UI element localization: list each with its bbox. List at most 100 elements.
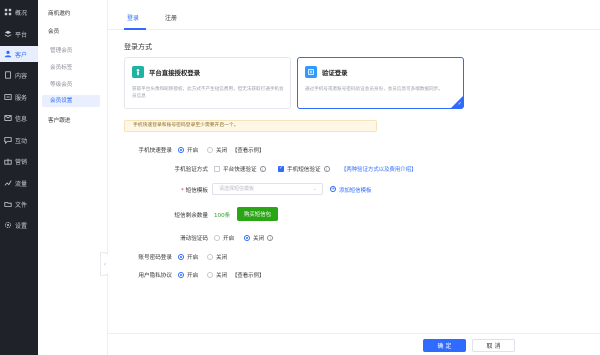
- radio-phone-login-off[interactable]: 关闭: [207, 146, 227, 154]
- chat-icon: [4, 136, 12, 144]
- radio-dot: [178, 254, 184, 260]
- tab-indicator: [124, 28, 146, 30]
- nav-item-marketing[interactable]: 营销: [0, 153, 38, 169]
- flow-icon: [4, 179, 12, 187]
- tab-bar: 登录 注册: [108, 0, 600, 30]
- footer-bar: 确 定 取 消: [108, 333, 600, 355]
- card-title: 平台直接授权登录: [149, 69, 201, 77]
- radio-dot: [178, 147, 184, 153]
- radio-label: 开启: [223, 236, 235, 242]
- info-icon[interactable]: i: [267, 235, 274, 241]
- nav-item-settings[interactable]: 设置: [0, 217, 38, 233]
- radio-captcha-off[interactable]: 关闭 i: [244, 234, 274, 242]
- radio-captcha-on[interactable]: 开启: [214, 234, 234, 242]
- document-icon: [4, 71, 12, 79]
- radio-label: 关闭: [216, 273, 228, 279]
- submenu-item-tags[interactable]: 会员标签: [50, 63, 72, 71]
- radio-label: 关闭: [216, 255, 228, 261]
- person-icon: [132, 66, 144, 78]
- layers-icon: [4, 30, 12, 38]
- select-placeholder: 请选择短信模板: [219, 186, 255, 192]
- radio-account-on[interactable]: 开启: [178, 253, 198, 261]
- nav-item-traffic[interactable]: 流量: [0, 175, 38, 191]
- nav-label: 营销: [15, 158, 28, 166]
- gear-icon: [4, 221, 12, 229]
- nav-item-info[interactable]: 信息: [0, 110, 38, 126]
- nav-label: 客户: [15, 51, 28, 59]
- radio-dot: [207, 272, 213, 278]
- submenu-item-levels[interactable]: 等级会员: [50, 80, 72, 88]
- info-icon[interactable]: i: [323, 166, 330, 172]
- radio-label: 开启: [187, 255, 199, 261]
- check-icon: ✓: [457, 101, 462, 107]
- confirm-button[interactable]: 确 定: [423, 339, 466, 352]
- radio-label: 开启: [187, 273, 199, 279]
- radio-dot: [214, 235, 220, 241]
- nav-item-service[interactable]: 服务: [0, 89, 38, 105]
- radio-label: 关闭: [216, 148, 228, 154]
- submenu-group-followup[interactable]: 客户跟进: [48, 116, 70, 124]
- sms-template-select[interactable]: 请选择短信模板 ⌄: [212, 183, 323, 195]
- label-slider-captcha: 滑动验证码: [180, 236, 208, 242]
- checkbox-label: 手机短信验证: [287, 167, 321, 173]
- label-privacy: 用户隐私协议: [138, 273, 172, 279]
- nav-item-platform[interactable]: 平台: [0, 26, 38, 42]
- card-platform-auth[interactable]: 平台直接授权登录 获取平台头像和昵称授权，此方式不产生短信费用，但无法获取打通手…: [124, 57, 291, 109]
- secondary-menu: 商机邀约 › 会员 ⌄ 管理会员 会员标签 等级会员 会员设置 客户跟进: [38, 0, 136, 355]
- card-verify-login[interactable]: 验证登录 通过手机号或者账号密码验证会员身份，会员信息可多端数据同步。 ✓: [297, 57, 464, 109]
- buy-sms-button[interactable]: 购买短信包: [237, 207, 278, 221]
- radio-dot: [207, 147, 213, 153]
- nav-item-overview[interactable]: 概况: [0, 4, 38, 20]
- add-icon[interactable]: +: [330, 186, 336, 192]
- tab-register[interactable]: 注册: [165, 13, 177, 22]
- nav-label: 互动: [15, 137, 28, 145]
- link-phone-login-example[interactable]: 【查看示例】: [232, 146, 264, 154]
- main-content: 登录 注册 登录方式 平台直接授权登录 获取平台头像和昵称授权，此方式不产生短信…: [108, 0, 600, 355]
- submenu-group-leads[interactable]: 商机邀约: [48, 9, 70, 17]
- label-sms-remaining: 短信剩余数量: [174, 213, 208, 219]
- chevron-left-icon: ‹: [103, 260, 107, 268]
- nav-item-interaction[interactable]: 互动: [0, 132, 38, 148]
- nav-label: 概况: [15, 9, 28, 17]
- sms-count: 100条: [214, 213, 231, 219]
- message-icon: [4, 114, 12, 122]
- cancel-button[interactable]: 取 消: [472, 339, 515, 352]
- radio-phone-login-on[interactable]: 开启: [178, 146, 198, 154]
- radio-account-off[interactable]: 关闭: [207, 253, 227, 261]
- radio-privacy-off[interactable]: 关闭: [207, 271, 227, 279]
- service-icon: [4, 93, 12, 101]
- submenu-item-manage[interactable]: 管理会员: [50, 46, 72, 54]
- gift-icon: [4, 157, 12, 165]
- nav-item-customer[interactable]: 客户: [0, 46, 38, 62]
- checkbox-sms-verify[interactable]: 手机短信验证i: [278, 165, 330, 173]
- label-verify-method: 手机验证方式: [174, 167, 208, 173]
- notice-banner: 手机快速登录和账号密码登录至少需要开启一个。: [124, 120, 377, 132]
- nav-label: 文件: [15, 201, 28, 209]
- label-account-login: 账号密码登录: [138, 255, 172, 261]
- info-icon[interactable]: i: [259, 166, 266, 172]
- nav-label: 信息: [15, 115, 28, 123]
- link-privacy-example[interactable]: 【查看示例】: [232, 271, 264, 279]
- label-text: 短信模板: [185, 188, 208, 194]
- radio-label: 关闭: [253, 236, 265, 242]
- link-verify-intro[interactable]: 【两种验证方式以及费用介绍】: [341, 165, 416, 173]
- submenu-item-settings[interactable]: 会员设置: [42, 95, 100, 107]
- nav-label: 设置: [15, 222, 28, 230]
- checkbox-platform-verify[interactable]: 平台快速验证 i: [214, 165, 266, 173]
- radio-dot: [178, 272, 184, 278]
- main-nav: 概况 平台 客户 内容 服务 信息 互动 营销 流量 文件 设置: [0, 0, 38, 355]
- card-desc: 通过手机号或者账号密码验证会员身份，会员信息可多端数据同步。: [305, 87, 443, 92]
- radio-dot: [244, 235, 250, 241]
- radio-privacy-on[interactable]: 开启: [178, 271, 198, 279]
- chevron-down-icon: ⌄: [312, 186, 317, 192]
- nav-label: 服务: [15, 94, 28, 102]
- label-phone-login: 手机快速登录: [138, 148, 172, 154]
- card-desc: 获取平台头像和昵称授权，此方式不产生短信费用，但无法获取打通手机会员信息: [132, 87, 284, 99]
- card-title: 验证登录: [322, 69, 348, 77]
- tab-login[interactable]: 登录: [127, 13, 139, 22]
- nav-item-files[interactable]: 文件: [0, 196, 38, 212]
- verify-icon: [305, 66, 317, 78]
- nav-item-content[interactable]: 内容: [0, 67, 38, 83]
- link-add-template[interactable]: 添加短信模板: [339, 186, 371, 194]
- submenu-group-member[interactable]: 会员: [48, 27, 59, 35]
